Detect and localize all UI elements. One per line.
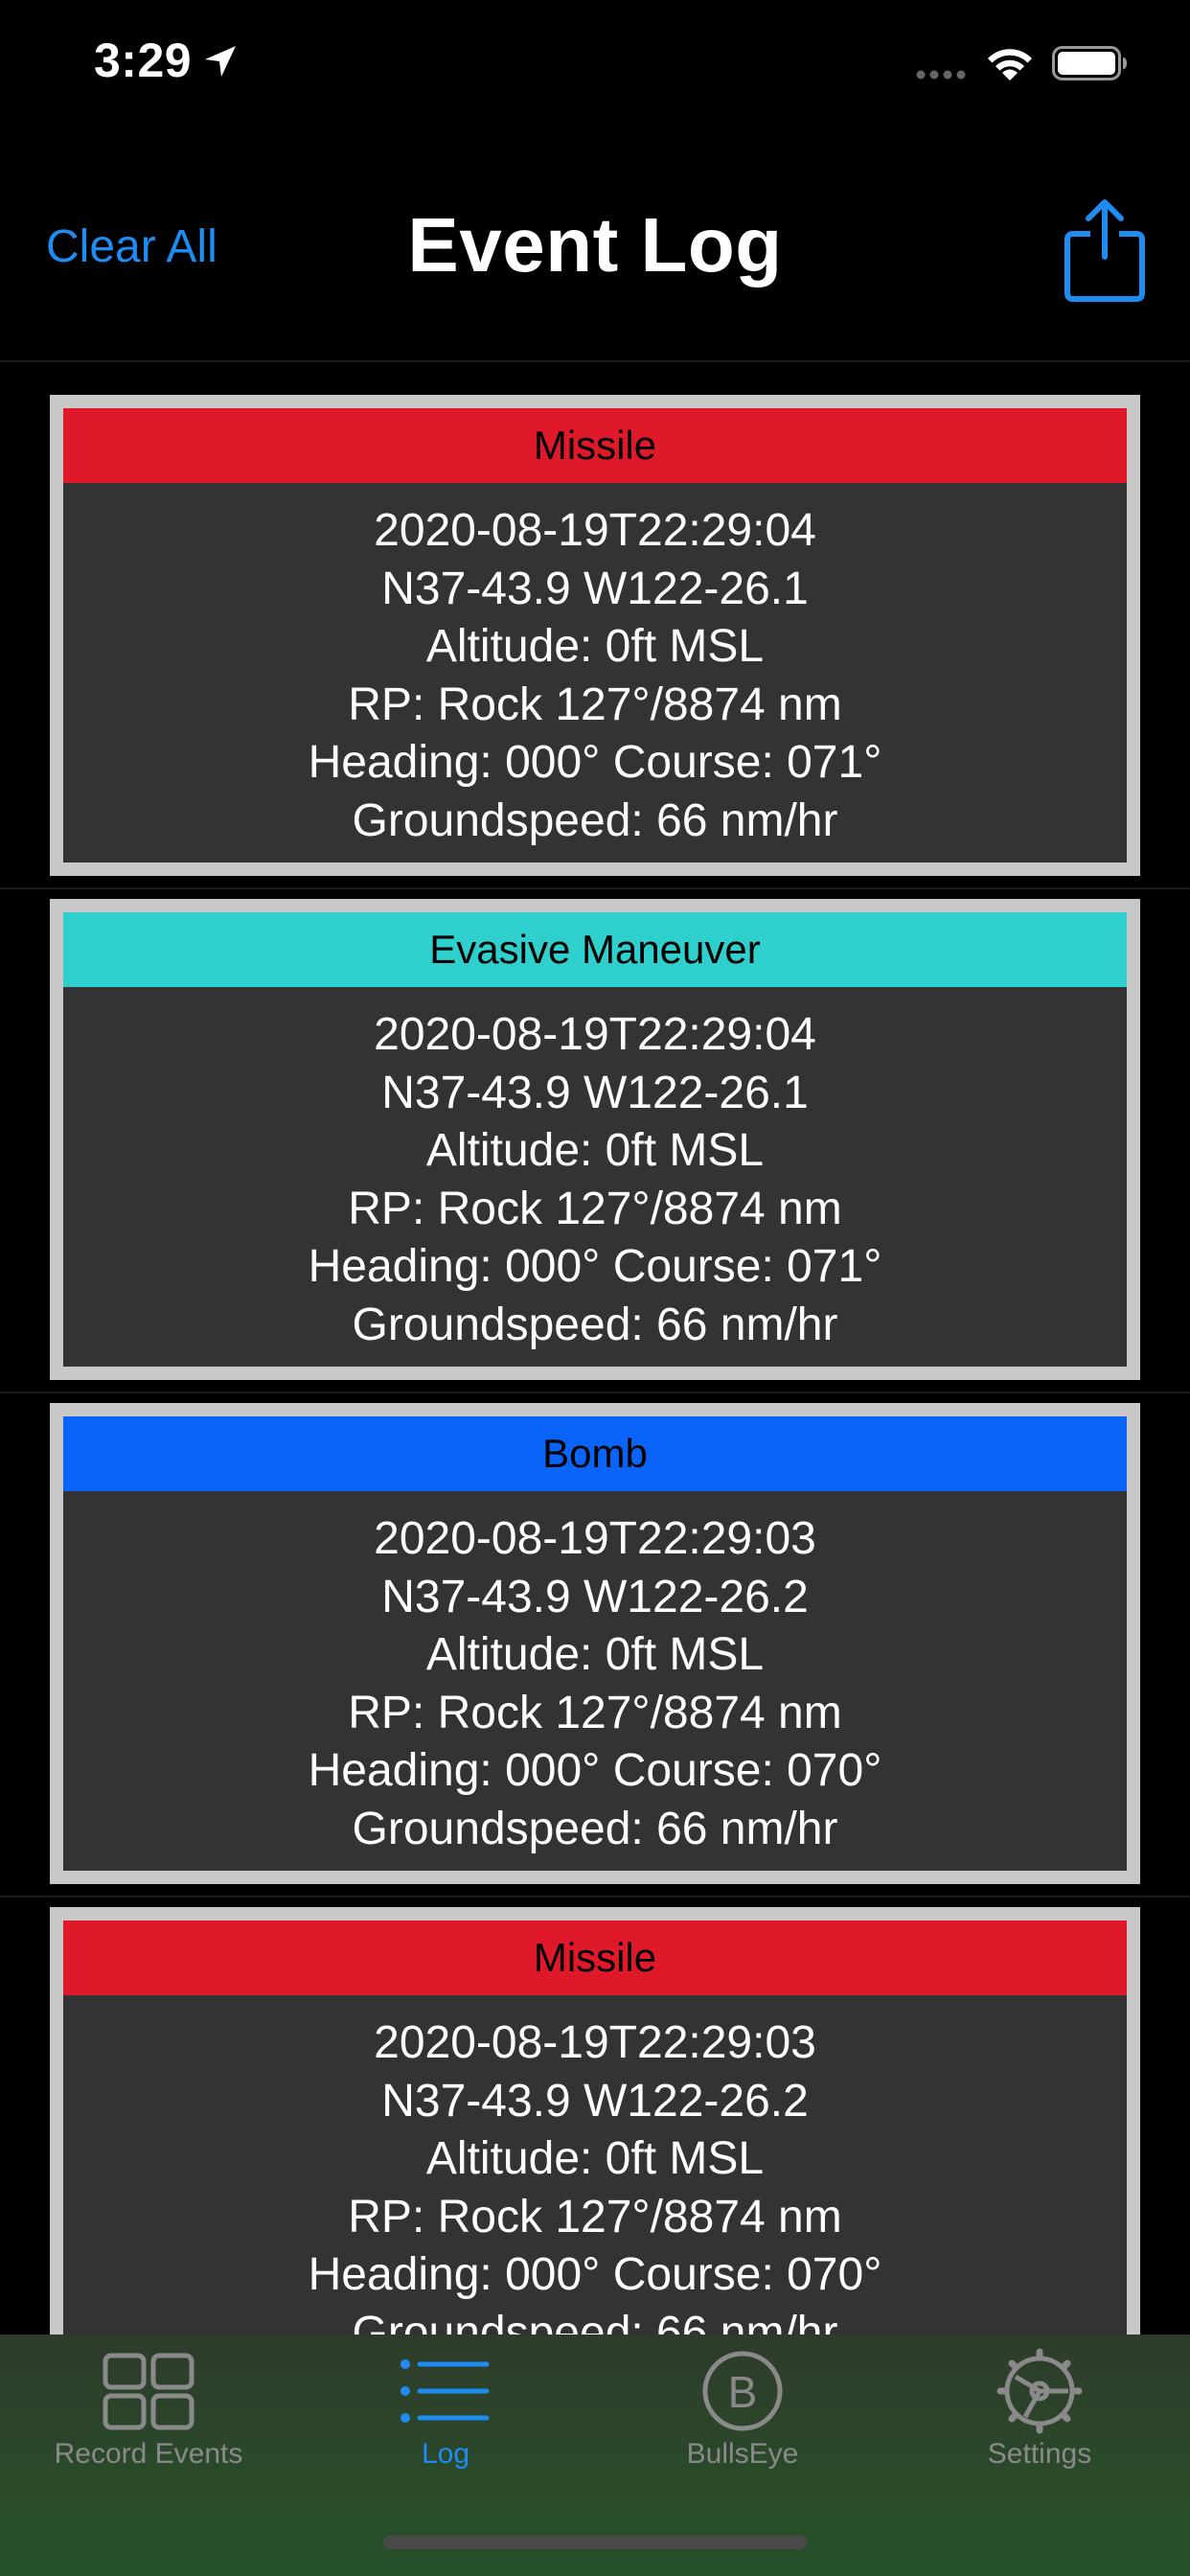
svg-text:B: B <box>728 2367 758 2417</box>
tab-log[interactable]: Log <box>297 2334 594 2488</box>
event-details: 2020-08-19T22:29:03 N37-43.9 W122-26.2 A… <box>63 1995 1127 2334</box>
grid-icon <box>103 2353 195 2430</box>
page-title: Event Log <box>407 202 783 288</box>
tab-label: Log <box>421 2438 470 2470</box>
event-coordinates: N37-43.9 W122-26.2 <box>381 1571 809 1622</box>
event-type-header: Missile <box>63 408 1127 483</box>
event-timestamp: 2020-08-19T22:29:03 <box>374 2017 816 2068</box>
event-details: 2020-08-19T22:29:04 N37-43.9 W122-26.1 A… <box>63 483 1127 850</box>
gear-icon <box>996 2348 1083 2434</box>
wifi-icon <box>988 49 1032 80</box>
event-coordinates: N37-43.9 W122-26.1 <box>381 563 809 614</box>
event-timestamp: 2020-08-19T22:29:04 <box>374 505 816 556</box>
status-bar: 3:29 <box>0 0 1190 126</box>
event-card-inner: Missile 2020-08-19T22:29:04 N37-43.9 W12… <box>63 408 1127 862</box>
event-card[interactable]: Evasive Maneuver 2020-08-19T22:29:04 N37… <box>50 899 1140 1380</box>
event-coordinates: N37-43.9 W122-26.1 <box>381 1067 809 1118</box>
navigation-bar: Clear All Event Log <box>0 163 1190 360</box>
event-timestamp: 2020-08-19T22:29:03 <box>374 1513 816 1564</box>
home-indicator <box>383 2536 807 2549</box>
event-card-inner: Missile 2020-08-19T22:29:03 N37-43.9 W12… <box>63 1920 1127 2334</box>
event-type-header: Bomb <box>63 1416 1127 1491</box>
event-card[interactable]: Missile 2020-08-19T22:29:04 N37-43.9 W12… <box>50 395 1140 876</box>
event-groundspeed: Groundspeed: 66 nm/hr <box>352 794 838 846</box>
list-icon <box>400 2359 490 2423</box>
battery-icon <box>1052 46 1127 80</box>
tab-label: BullsEye <box>686 2438 799 2470</box>
location-arrow-icon <box>205 46 236 77</box>
event-groundspeed: Groundspeed: 66 nm/hr <box>352 2307 838 2335</box>
tab-bullseye[interactable]: B BullsEye <box>594 2334 891 2488</box>
event-card-inner: Evasive Maneuver 2020-08-19T22:29:04 N37… <box>63 912 1127 1367</box>
tab-label: Record Events <box>54 2438 243 2470</box>
event-groundspeed: Groundspeed: 66 nm/hr <box>352 1803 838 1854</box>
tab-settings[interactable]: Settings <box>891 2334 1188 2488</box>
status-time: 3:29 <box>94 34 193 87</box>
event-log-list[interactable]: Missile 2020-08-19T22:29:04 N37-43.9 W12… <box>0 362 1190 2334</box>
event-reference-point: RP: Rock 127°/8874 nm <box>348 2191 842 2242</box>
event-card[interactable]: Missile 2020-08-19T22:29:03 N37-43.9 W12… <box>50 1907 1140 2334</box>
event-details: 2020-08-19T22:29:03 N37-43.9 W122-26.2 A… <box>63 1491 1127 1858</box>
event-altitude: Altitude: 0ft MSL <box>425 1629 765 1680</box>
event-reference-point: RP: Rock 127°/8874 nm <box>348 1687 842 1738</box>
event-coordinates: N37-43.9 W122-26.2 <box>381 2075 809 2127</box>
row-separator <box>0 1392 1190 1393</box>
event-type-header: Missile <box>63 1920 1127 1995</box>
bullseye-b-icon: B <box>702 2351 783 2431</box>
event-reference-point: RP: Rock 127°/8874 nm <box>348 1183 842 1234</box>
row-separator <box>0 887 1190 889</box>
event-type-header: Evasive Maneuver <box>63 912 1127 987</box>
event-groundspeed: Groundspeed: 66 nm/hr <box>352 1299 838 1350</box>
cellular-signal-icon <box>916 70 966 80</box>
event-card[interactable]: Bomb 2020-08-19T22:29:03 N37-43.9 W122-2… <box>50 1403 1140 1884</box>
event-altitude: Altitude: 0ft MSL <box>425 2133 765 2184</box>
event-reference-point: RP: Rock 127°/8874 nm <box>348 678 842 730</box>
event-altitude: Altitude: 0ft MSL <box>425 621 765 672</box>
event-heading-course: Heading: 000° Course: 071° <box>308 1241 882 1292</box>
event-heading-course: Heading: 000° Course: 071° <box>308 737 882 788</box>
event-timestamp: 2020-08-19T22:29:04 <box>374 1009 816 1060</box>
tab-label: Settings <box>987 2438 1092 2470</box>
row-separator <box>0 1896 1190 1898</box>
event-card-inner: Bomb 2020-08-19T22:29:03 N37-43.9 W122-2… <box>63 1416 1127 1871</box>
event-details: 2020-08-19T22:29:04 N37-43.9 W122-26.1 A… <box>63 987 1127 1354</box>
event-heading-course: Heading: 000° Course: 070° <box>308 2249 882 2300</box>
tab-record-events[interactable]: Record Events <box>0 2334 297 2488</box>
event-heading-course: Heading: 000° Course: 070° <box>308 1745 882 1796</box>
event-altitude: Altitude: 0ft MSL <box>425 1125 765 1176</box>
share-icon[interactable] <box>1062 197 1148 303</box>
